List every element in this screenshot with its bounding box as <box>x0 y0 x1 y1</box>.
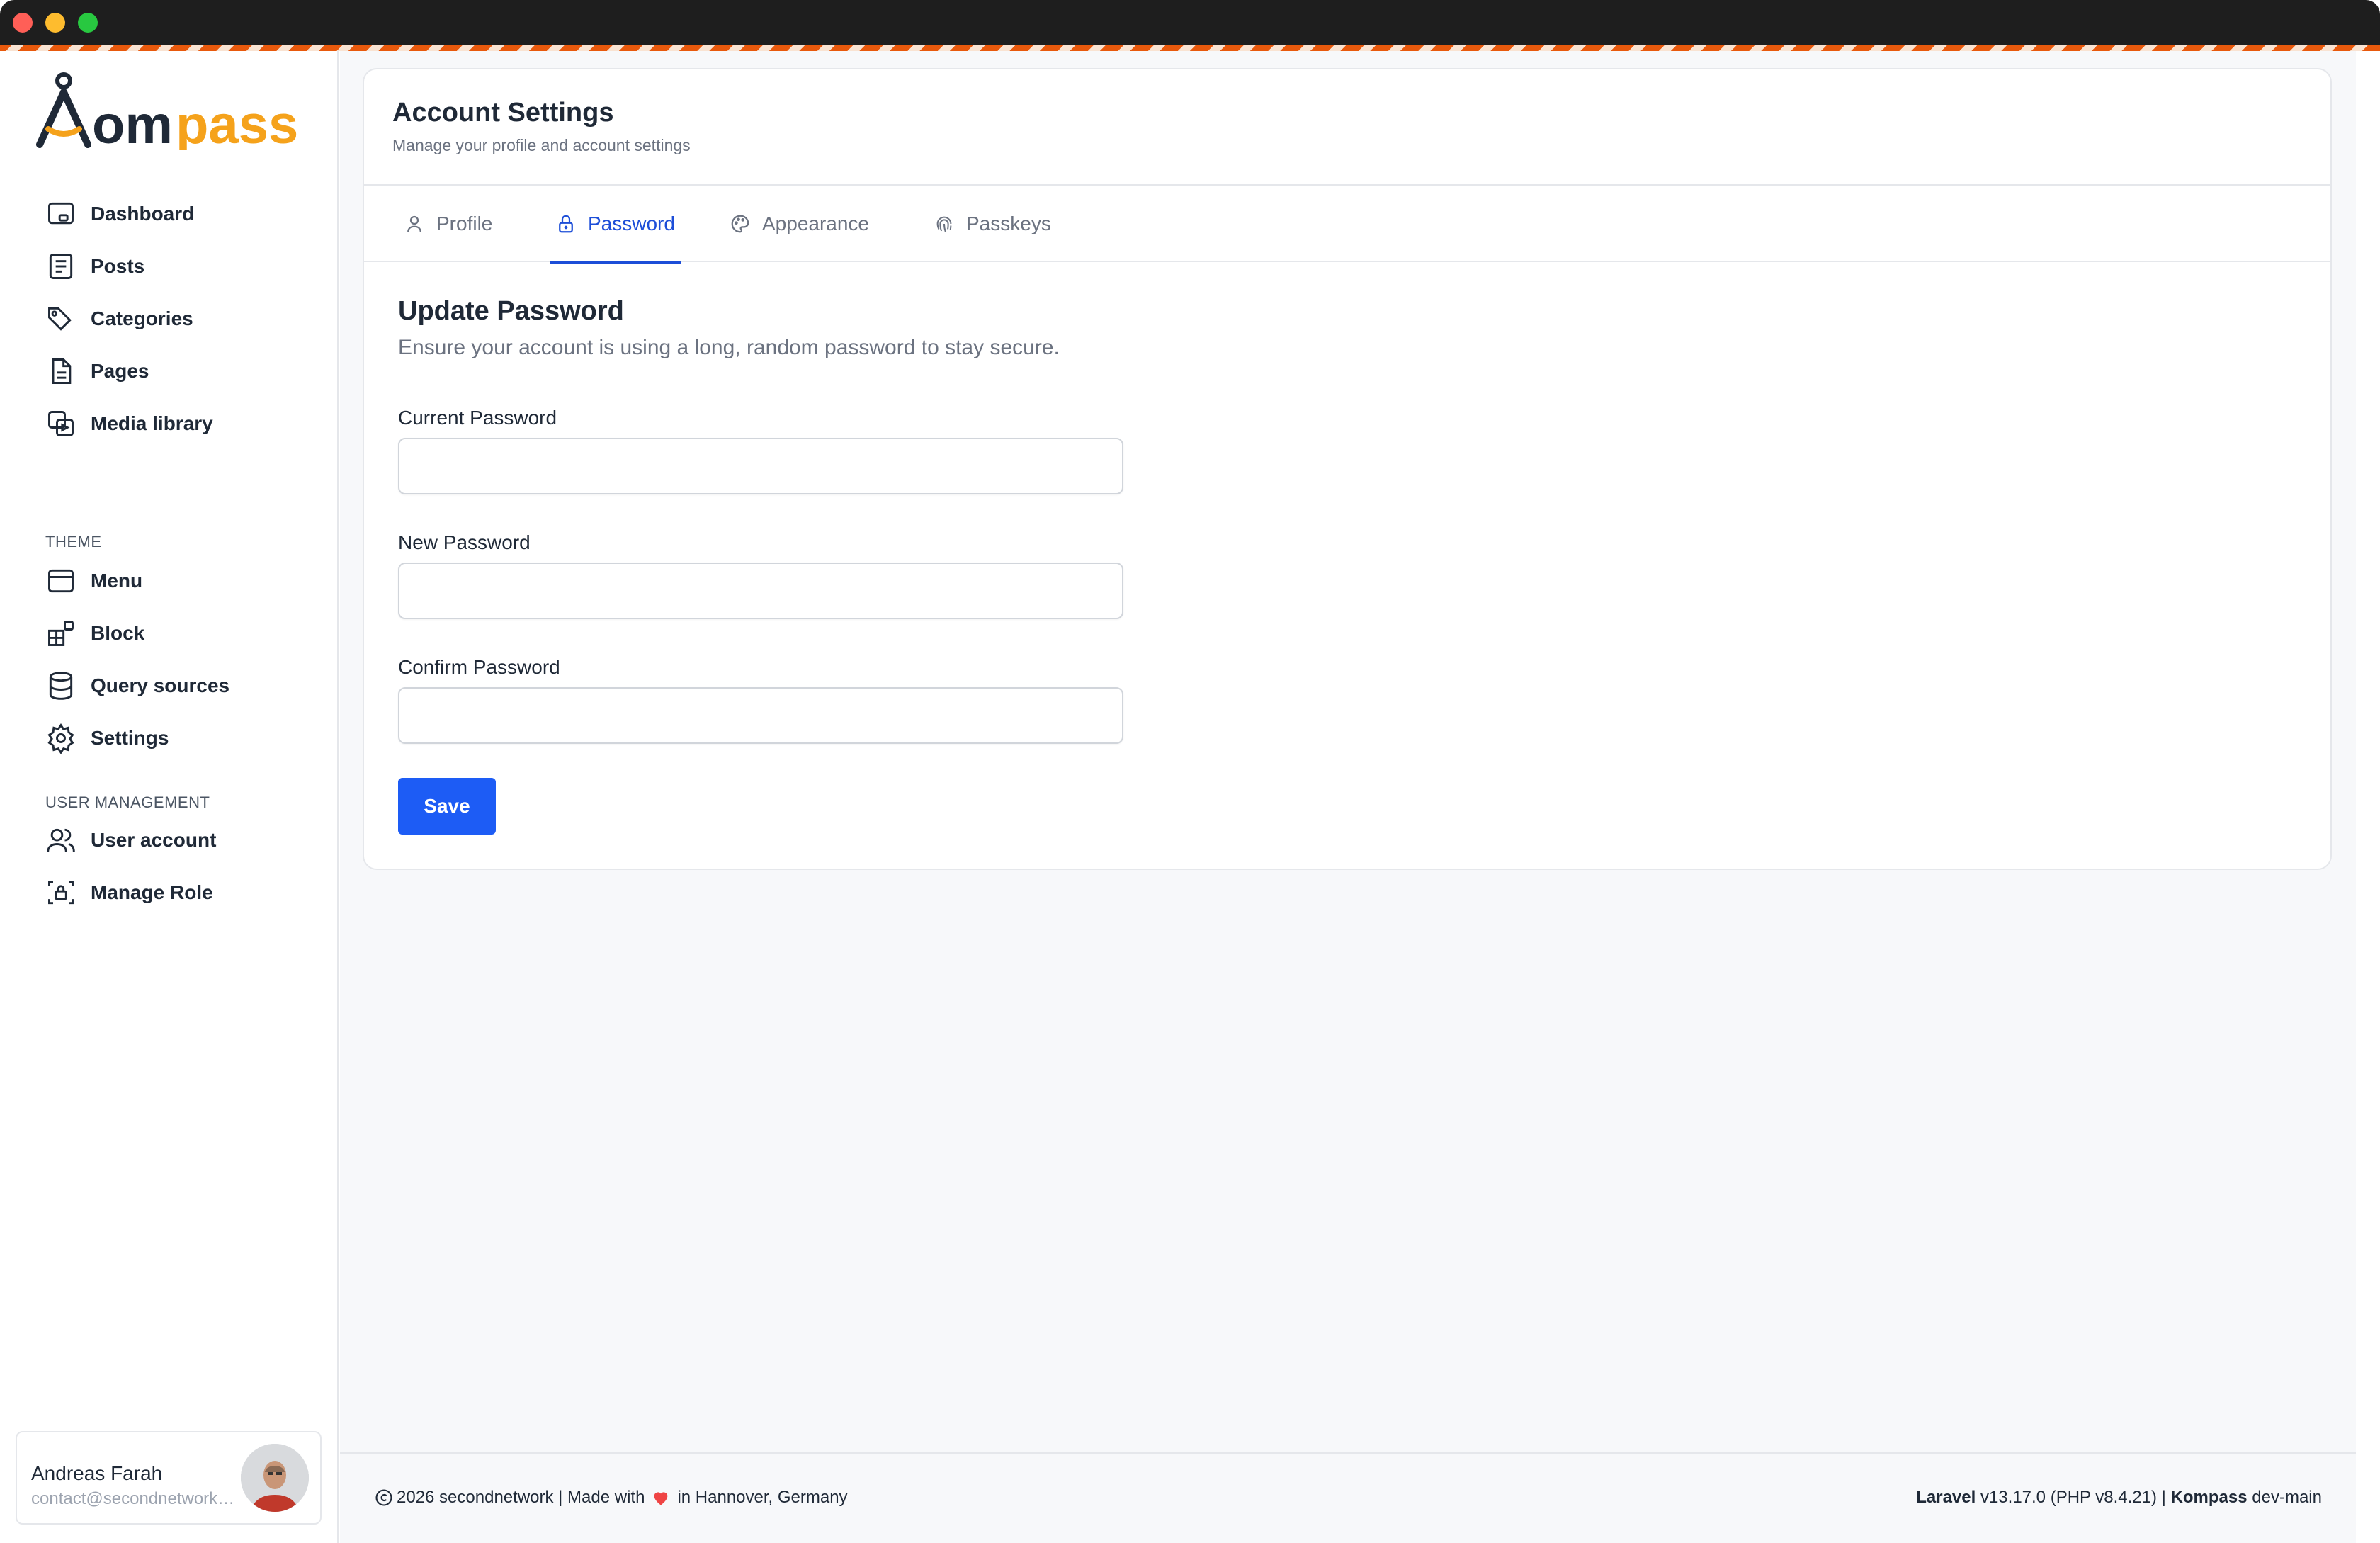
copyright-icon <box>375 1489 392 1506</box>
laravel-label: Laravel <box>1916 1488 1976 1507</box>
user-card[interactable]: Andreas Farah contact@secondnetwork.de <box>16 1431 322 1525</box>
form-subtitle: Ensure your account is using a long, ran… <box>398 336 1060 359</box>
kompass-version: dev-main <box>2252 1488 2322 1507</box>
new-password-label: New Password <box>398 531 531 553</box>
laravel-version: v13.17.0 (PHP v8.4.21) | <box>1980 1488 2166 1507</box>
settings-card: Account Settings Manage your profile and… <box>363 68 2332 870</box>
sidebar-item-categories[interactable]: Categories <box>45 298 193 340</box>
tag-icon <box>48 307 72 331</box>
footer-copyright: 2026 secondnetwork | Made with in Hannov… <box>374 1488 848 1508</box>
kompass-label: Kompass <box>2170 1488 2248 1507</box>
window-right-edge <box>2356 51 2380 1543</box>
page-icon <box>52 358 72 384</box>
sidebar-item-label: Categories <box>91 307 193 329</box>
current-password-field[interactable] <box>398 438 1123 494</box>
confirm-password-field[interactable] <box>398 687 1123 744</box>
footer: 2026 secondnetwork | Made with in Hannov… <box>340 1452 2356 1543</box>
sidebar-item-media-library[interactable]: Media library <box>45 402 213 445</box>
page-subtitle: Manage your profile and account settings <box>392 136 691 154</box>
tab-label: Appearance <box>762 213 870 234</box>
role-icon <box>48 881 74 905</box>
footer-text-suffix: in Hannover, Germany <box>677 1488 848 1507</box>
sidebar-item-label: User account <box>91 829 217 851</box>
tab-profile[interactable]: Profile <box>404 186 492 262</box>
sidebar-item-manage-role[interactable]: Manage Role <box>45 871 213 914</box>
close-window-button[interactable] <box>13 13 33 33</box>
sidebar-item-settings[interactable]: Settings <box>45 717 169 759</box>
section-user-management: USER MANAGEMENT <box>45 793 210 811</box>
page-title: Account Settings <box>392 98 614 128</box>
sidebar-item-pages[interactable]: Pages <box>45 350 149 392</box>
avatar[interactable] <box>241 1444 309 1512</box>
maximize-window-button[interactable] <box>78 13 98 33</box>
current-password-label: Current Password <box>398 407 557 429</box>
sidebar-item-label: Settings <box>91 727 169 749</box>
sidebar-item-label: Menu <box>91 570 143 592</box>
window-titlebar <box>0 0 2380 45</box>
sidebar-item-posts[interactable]: Posts <box>45 245 144 288</box>
user-icon <box>407 215 421 232</box>
user-name: Andreas Farah <box>31 1462 163 1484</box>
footer-text-prefix: 2026 secondnetwork | Made with <box>397 1488 645 1507</box>
tab-label: Passkeys <box>966 213 1051 234</box>
main-content: Account Settings Manage your profile and… <box>340 51 2356 1452</box>
tab-passkeys[interactable]: Passkeys <box>934 186 1051 262</box>
header-stripe <box>0 45 2380 51</box>
save-button[interactable]: Save <box>398 778 496 835</box>
settings-tabs: Profile Password Appearance Passkeys <box>364 186 2330 264</box>
sidebar-item-label: Block <box>91 622 145 644</box>
form-title: Update Password <box>398 296 624 326</box>
sidebar-item-user-account[interactable]: User account <box>45 819 216 861</box>
sidebar-item-query-sources[interactable]: Query sources <box>45 665 230 707</box>
user-email: contact@secondnetwork.de <box>31 1489 237 1508</box>
palette-icon <box>731 215 749 233</box>
tab-label: Password <box>588 213 675 234</box>
menu-icon <box>48 569 74 593</box>
fingerprint-icon <box>936 216 952 232</box>
footer-version: Laravel v13.17.0 (PHP v8.4.21) | Kompass… <box>1916 1488 2322 1508</box>
sidebar-item-label: Dashboard <box>91 203 195 225</box>
svg-text:om: om <box>92 95 173 150</box>
sidebar-item-label: Manage Role <box>91 881 213 903</box>
sidebar-item-label: Posts <box>91 255 145 277</box>
gear-icon <box>47 723 74 754</box>
dashboard-icon <box>48 202 74 225</box>
card-header: Account Settings Manage your profile and… <box>364 69 2330 186</box>
media-icon <box>48 411 74 436</box>
sidebar-item-label: Pages <box>91 360 149 382</box>
database-icon <box>49 672 73 700</box>
minimize-window-button[interactable] <box>45 13 65 33</box>
block-icon <box>48 621 74 646</box>
sidebar-item-menu[interactable]: Menu <box>45 560 142 602</box>
users-icon <box>47 828 75 852</box>
heart-icon <box>654 1492 668 1505</box>
sidebar-item-label: Query sources <box>91 674 230 696</box>
sidebar-item-dashboard[interactable]: Dashboard <box>45 193 194 235</box>
tab-label: Profile <box>436 213 493 234</box>
sidebar: om pass Dashboard Posts Categories Pages… <box>0 51 339 1543</box>
tab-password[interactable]: Password <box>550 186 681 264</box>
sidebar-item-label: Media library <box>91 412 213 434</box>
lock-icon <box>559 215 573 233</box>
confirm-password-label: Confirm Password <box>398 656 560 678</box>
kompass-logo[interactable]: om pass <box>34 65 303 155</box>
new-password-field[interactable] <box>398 563 1123 619</box>
posts-icon <box>49 254 73 279</box>
tab-appearance[interactable]: Appearance <box>730 186 869 262</box>
section-theme: THEME <box>45 533 102 550</box>
sidebar-item-block[interactable]: Block <box>45 612 144 655</box>
svg-text:pass: pass <box>176 95 298 150</box>
